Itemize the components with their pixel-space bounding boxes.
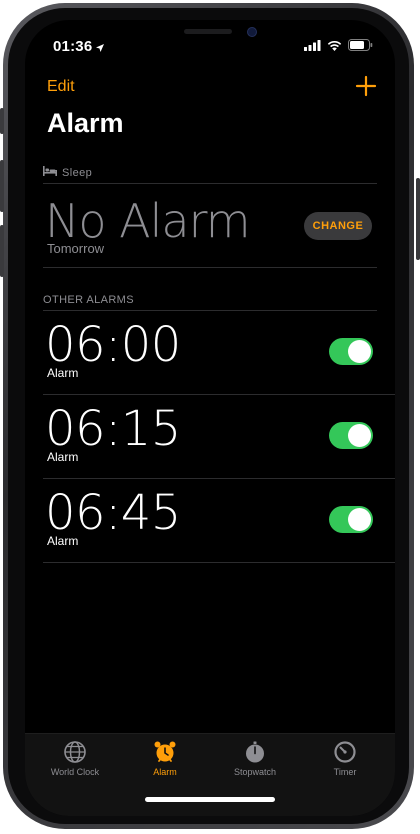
alarm-toggle[interactable] bbox=[329, 506, 373, 533]
alarm-row[interactable]: 06:45 Alarm bbox=[25, 479, 395, 563]
alarm-clock-icon bbox=[119, 740, 211, 764]
change-button[interactable]: CHANGE bbox=[304, 212, 372, 240]
location-arrow-icon bbox=[95, 40, 105, 58]
tab-world-clock[interactable]: World Clock bbox=[29, 740, 121, 784]
timer-icon bbox=[299, 740, 391, 764]
home-indicator[interactable] bbox=[145, 797, 275, 802]
notch bbox=[123, 20, 297, 50]
alarm-time: 06:45 bbox=[45, 485, 181, 541]
front-camera bbox=[247, 27, 257, 37]
toggle-knob bbox=[348, 340, 371, 363]
status-icons bbox=[304, 38, 373, 56]
alarm-label: Alarm bbox=[47, 366, 79, 380]
sleep-section-header: Sleep bbox=[43, 166, 92, 179]
cellular-signal-icon bbox=[304, 38, 321, 56]
speaker-grille bbox=[184, 29, 232, 34]
tab-alarm[interactable]: Alarm bbox=[119, 740, 211, 784]
alarm-label: Alarm bbox=[47, 450, 79, 464]
alarm-time: 06:15 bbox=[45, 401, 181, 457]
screen: 01:36 Edit Alarm Sleep No Alarm Tomorrow… bbox=[25, 20, 395, 816]
divider bbox=[43, 183, 377, 184]
status-time: 01:36 bbox=[53, 38, 93, 55]
volume-down-button bbox=[0, 225, 4, 277]
tab-stopwatch[interactable]: Stopwatch bbox=[209, 740, 301, 784]
other-alarms-header: OTHER ALARMS bbox=[43, 294, 134, 306]
sleep-section-label: Sleep bbox=[62, 166, 93, 179]
sleep-alarm-subtitle: Tomorrow bbox=[47, 241, 105, 256]
alarm-row[interactable]: 06:15 Alarm bbox=[25, 395, 395, 479]
divider bbox=[43, 267, 377, 268]
tab-label: Stopwatch bbox=[233, 767, 277, 777]
alarm-label: Alarm bbox=[47, 534, 79, 548]
stopwatch-icon bbox=[209, 740, 301, 764]
plus-icon[interactable] bbox=[355, 75, 377, 97]
tab-label: Alarm bbox=[153, 767, 177, 777]
alarm-time: 06:00 bbox=[45, 317, 181, 373]
toggle-knob bbox=[348, 508, 371, 531]
page-title: Alarm bbox=[47, 108, 124, 138]
tab-label: World Clock bbox=[50, 767, 100, 777]
sleep-alarm-status: No Alarm bbox=[45, 194, 251, 248]
silent-switch bbox=[0, 108, 4, 134]
navigation-bar: Edit bbox=[25, 75, 395, 105]
globe-icon bbox=[29, 740, 121, 764]
tab-bar: World Clock Alarm Stopwatch Timer bbox=[25, 733, 395, 816]
alarm-toggle[interactable] bbox=[329, 422, 373, 449]
tab-timer[interactable]: Timer bbox=[299, 740, 391, 784]
divider bbox=[43, 562, 395, 563]
battery-icon bbox=[348, 38, 373, 56]
wifi-icon bbox=[327, 38, 342, 56]
tab-label: Timer bbox=[333, 767, 357, 777]
alarm-toggle[interactable] bbox=[329, 338, 373, 365]
toggle-knob bbox=[348, 424, 371, 447]
edit-button[interactable]: Edit bbox=[47, 78, 75, 96]
bed-icon bbox=[43, 166, 57, 179]
alarm-row[interactable]: 06:00 Alarm bbox=[25, 311, 395, 395]
side-button bbox=[416, 178, 420, 260]
volume-up-button bbox=[0, 160, 4, 212]
